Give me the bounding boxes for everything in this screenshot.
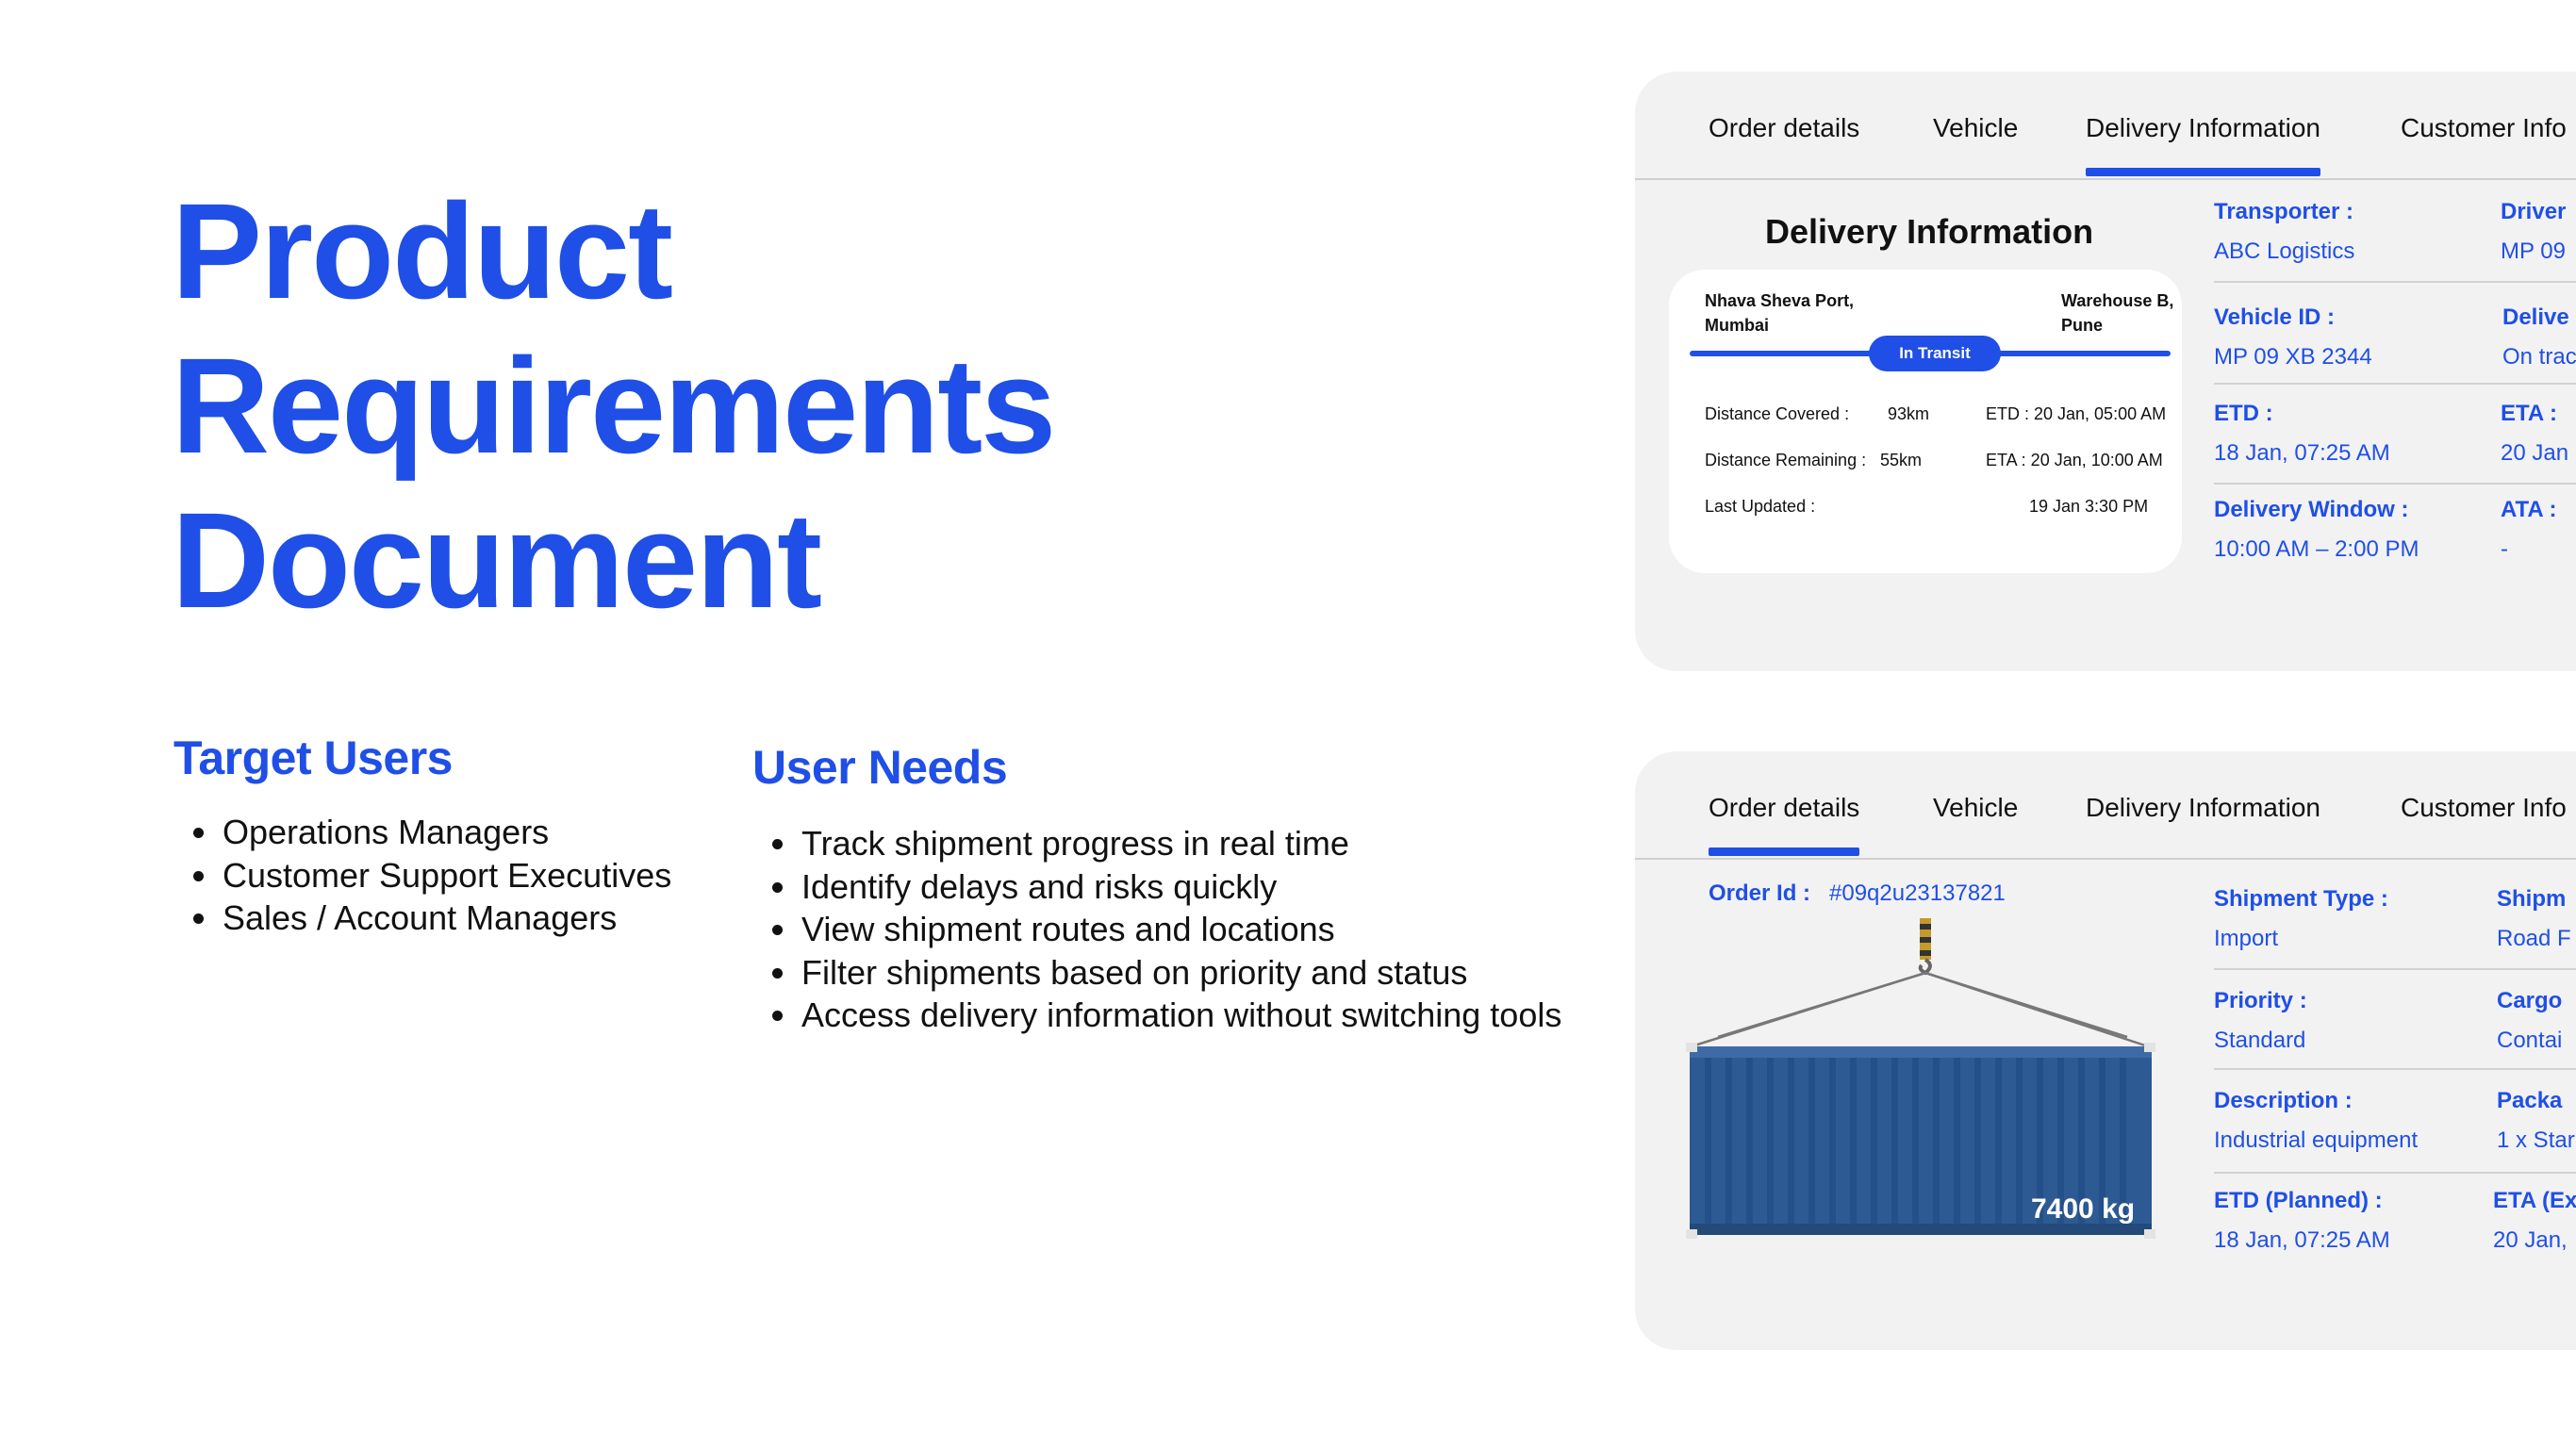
user-needs-heading: User Needs bbox=[752, 741, 1008, 794]
divider bbox=[2214, 281, 2576, 283]
shipment-mode-value: Road F bbox=[2497, 926, 2571, 951]
etd-planned-value: 18 Jan, 07:25 AM bbox=[2214, 1227, 2390, 1253]
shipment-type-value: Import bbox=[2214, 926, 2279, 951]
list-item: Operations Managers bbox=[221, 811, 711, 854]
tab-delivery-information[interactable]: Delivery Information bbox=[2086, 109, 2320, 176]
etd-text: ETD : 20 Jan, 05:00 AM bbox=[1986, 404, 2167, 423]
order-id-label: Order Id : bbox=[1709, 880, 1811, 906]
tab-vehicle[interactable]: Vehicle bbox=[1933, 109, 2018, 147]
tab-order-details[interactable]: Order details bbox=[1709, 789, 1860, 856]
divider bbox=[2214, 1172, 2576, 1174]
active-tab-underline bbox=[2086, 168, 2320, 176]
order-details-card: Order details Vehicle Delivery Informati… bbox=[1635, 751, 2576, 1350]
list-item: Access delivery information without swit… bbox=[800, 994, 1686, 1037]
divider bbox=[2214, 968, 2576, 970]
shipment-type-label: Shipment Type : bbox=[2214, 886, 2388, 912]
delivery-window-label: Delivery Window : bbox=[2214, 497, 2409, 522]
status-badge: In Transit bbox=[1869, 336, 2001, 371]
tab-customer-info[interactable]: Customer Info bbox=[2401, 789, 2567, 827]
package-label: Packa bbox=[2497, 1088, 2563, 1113]
divider bbox=[2214, 383, 2576, 385]
list-item: Sales / Account Managers bbox=[221, 897, 711, 940]
title-line-3: Document bbox=[172, 485, 822, 636]
distance-covered-value: 93km bbox=[1888, 404, 1930, 423]
delivery-status-value: On trac bbox=[2502, 344, 2576, 370]
eta-expected-label: ETA (Ex bbox=[2493, 1188, 2576, 1213]
distance-remaining-label: Distance Remaining : bbox=[1705, 451, 1867, 469]
tab-customer-info[interactable]: Customer Info bbox=[2401, 109, 2567, 147]
title-line-2: Requirements bbox=[172, 330, 1056, 482]
distance-remaining-value: 55km bbox=[1880, 451, 1923, 469]
list-item: View shipment routes and locations bbox=[800, 908, 1686, 951]
etd-planned-label: ETD (Planned) : bbox=[2214, 1188, 2383, 1213]
divider bbox=[2214, 483, 2576, 485]
description-value: Industrial equipment bbox=[2214, 1127, 2419, 1153]
destination-line-2: Pune bbox=[2061, 316, 2104, 335]
delivery-info-card: Order details Vehicle Delivery Informati… bbox=[1635, 72, 2576, 671]
delivery-info-title: Delivery Information bbox=[1765, 212, 2094, 251]
description-label: Description : bbox=[2214, 1088, 2353, 1113]
list-item: Filter shipments based on priority and s… bbox=[800, 951, 1686, 995]
tab-label: Delivery Information bbox=[2086, 113, 2320, 142]
etd-value: 18 Jan, 07:25 AM bbox=[2214, 440, 2390, 466]
vehicle-id-label: Vehicle ID : bbox=[2214, 304, 2336, 330]
list-item: Track shipment progress in real time bbox=[800, 822, 1686, 865]
route-panel: Nhava Sheva Port, Mumbai Warehouse B, Pu… bbox=[1669, 270, 2182, 573]
tab-bar: Order details Vehicle Delivery Informati… bbox=[1635, 751, 2576, 860]
driver-value: MP 09 bbox=[2501, 239, 2566, 264]
driver-label: Driver bbox=[2501, 199, 2567, 224]
ata-value: - bbox=[2501, 536, 2508, 562]
eta-expected-value: 20 Jan, bbox=[2493, 1227, 2568, 1253]
weight-label: 7400 kg bbox=[2031, 1193, 2136, 1225]
active-tab-underline bbox=[1709, 847, 1860, 856]
divider bbox=[2214, 1068, 2576, 1070]
order-id-value: #09q2u23137821 bbox=[1829, 880, 2006, 906]
tab-delivery-information[interactable]: Delivery Information bbox=[2086, 789, 2320, 827]
eta-label: ETA : bbox=[2501, 401, 2557, 426]
cargo-value: Contai bbox=[2497, 1028, 2563, 1053]
last-updated-label: Last Updated : bbox=[1705, 497, 1816, 516]
title-line-1: Product bbox=[172, 175, 673, 327]
tab-vehicle[interactable]: Vehicle bbox=[1933, 789, 2018, 827]
cargo-label: Cargo bbox=[2497, 988, 2563, 1013]
vehicle-id-value: MP 09 XB 2344 bbox=[2214, 344, 2372, 370]
etd-label: ETD : bbox=[2214, 401, 2273, 426]
target-users-heading: Target Users bbox=[173, 732, 453, 784]
eta-value: 20 Jan bbox=[2501, 440, 2569, 466]
list-item: Customer Support Executives bbox=[221, 854, 711, 897]
package-value: 1 x Star bbox=[2497, 1127, 2575, 1153]
transporter-value: ABC Logistics bbox=[2214, 239, 2355, 264]
eta-text: ETA : 20 Jan, 10:00 AM bbox=[1986, 451, 2163, 469]
tab-bar: Order details Vehicle Delivery Informati… bbox=[1635, 72, 2576, 180]
target-users-list: Operations Managers Customer Support Exe… bbox=[172, 811, 711, 940]
crane-hook-icon bbox=[1918, 918, 1932, 976]
destination-line-1: Warehouse B, bbox=[2061, 291, 2174, 310]
origin-line-1: Nhava Sheva Port, bbox=[1705, 291, 1855, 310]
origin-line-2: Mumbai bbox=[1705, 316, 1770, 335]
list-item: Identify delays and risks quickly bbox=[800, 865, 1686, 909]
transporter-label: Transporter : bbox=[2214, 199, 2354, 224]
ata-label: ATA : bbox=[2501, 497, 2557, 522]
last-updated-value: 19 Jan 3:30 PM bbox=[2029, 497, 2149, 516]
distance-covered-label: Distance Covered : bbox=[1705, 404, 1850, 423]
user-needs-list: Track shipment progress in real time Ide… bbox=[751, 822, 1686, 1037]
delivery-status-label: Delive bbox=[2502, 304, 2569, 330]
priority-label: Priority : bbox=[2214, 988, 2307, 1013]
priority-value: Standard bbox=[2214, 1028, 2306, 1053]
delivery-window-value: 10:00 AM – 2:00 PM bbox=[2214, 536, 2419, 562]
tab-order-details[interactable]: Order details bbox=[1709, 109, 1859, 147]
shipment-mode-label: Shipm bbox=[2497, 886, 2567, 912]
page-title: Product Requirements Document bbox=[172, 174, 1056, 638]
tab-label: Order details bbox=[1709, 793, 1860, 822]
